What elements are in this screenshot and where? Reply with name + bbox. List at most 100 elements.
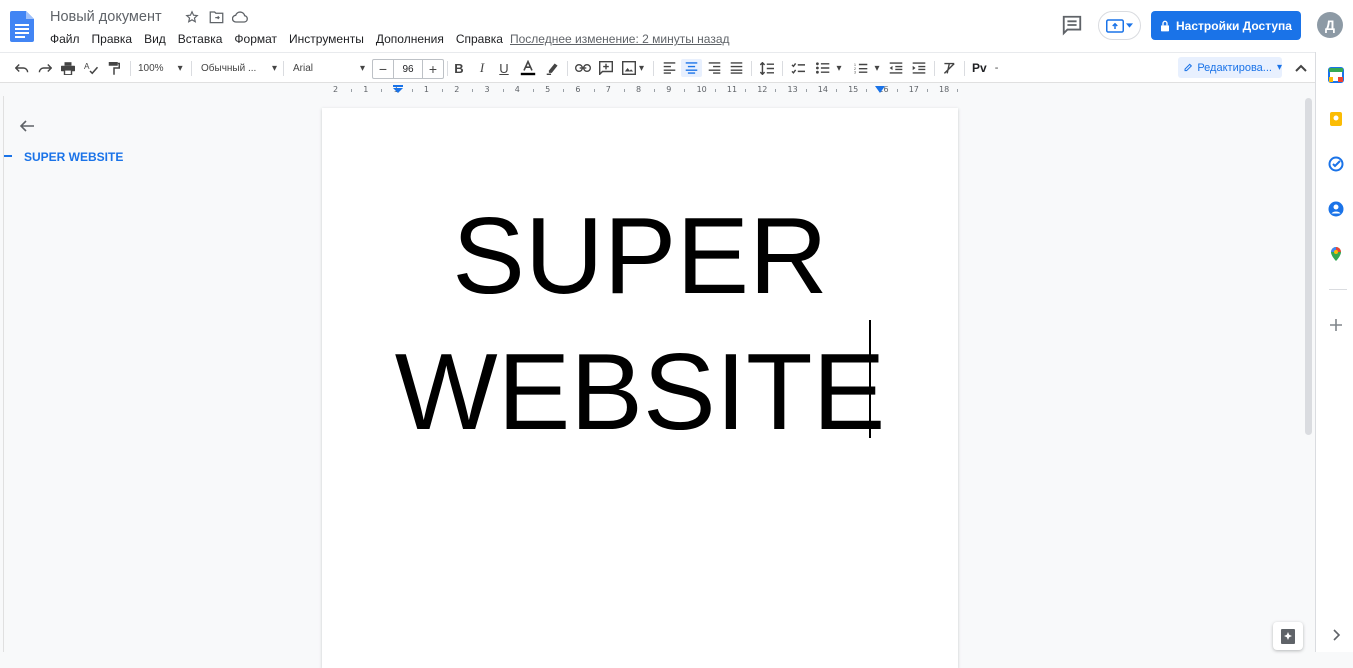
move-to-folder-icon[interactable]	[208, 9, 224, 25]
side-panel	[1315, 52, 1353, 652]
back-arrow-icon[interactable]	[19, 118, 35, 134]
ruler-label: 4	[514, 85, 520, 94]
ruler-label: 14	[817, 85, 828, 94]
input-tools-button[interactable]: Pv -	[972, 59, 1004, 77]
link-icon[interactable]	[574, 59, 592, 77]
text-color-icon[interactable]	[518, 59, 538, 77]
menu-addons[interactable]: Дополнения	[376, 32, 444, 46]
ruler-tick	[381, 89, 383, 92]
toolbar-divider	[191, 61, 192, 76]
docs-logo-icon[interactable]	[10, 11, 34, 42]
chevron-down-icon	[1126, 23, 1133, 28]
align-center-icon[interactable]	[681, 59, 702, 77]
last-edit-link[interactable]: Последнее изменение: 2 минуты назад	[510, 32, 730, 46]
share-button[interactable]: Настройки Доступа	[1151, 11, 1301, 40]
menu-help[interactable]: Справка	[456, 32, 503, 46]
toolbar-divider	[653, 61, 654, 76]
cloud-saved-icon[interactable]	[232, 9, 248, 25]
menu-edit[interactable]: Правка	[92, 32, 133, 46]
align-right-icon[interactable]	[705, 59, 723, 77]
checklist-icon[interactable]	[789, 59, 807, 77]
font-select[interactable]: Arial ▾	[293, 59, 365, 77]
style-select[interactable]: Обычный ... ▾	[201, 59, 277, 77]
svg-text:A: A	[84, 62, 90, 71]
vertical-scrollbar[interactable]	[1305, 98, 1312, 435]
star-icon[interactable]	[184, 9, 200, 25]
outline-item[interactable]: SUPER WEBSITE	[24, 150, 123, 164]
top-bar: Новый документ Файл Правка Вид Вставка Ф…	[0, 0, 1353, 52]
spellcheck-icon[interactable]: A	[82, 59, 100, 77]
menu-view[interactable]: Вид	[144, 32, 166, 46]
chevron-up-icon[interactable]	[1292, 60, 1310, 76]
highlight-icon[interactable]	[543, 59, 561, 77]
menu-insert[interactable]: Вставка	[178, 32, 223, 46]
calendar-icon[interactable]	[1328, 67, 1344, 83]
document-page[interactable]: SUPER WEBSITE	[322, 108, 958, 668]
font-size-decrease-button[interactable]: −	[373, 60, 393, 78]
editing-mode-select[interactable]: Редактирова... ▾	[1178, 57, 1282, 78]
bold-icon[interactable]: B	[451, 59, 467, 77]
font-size-input[interactable]: 96	[393, 60, 423, 78]
underline-icon[interactable]: U	[496, 59, 512, 77]
text-cursor	[869, 320, 871, 438]
ruler-tick	[714, 89, 716, 92]
ruler-tick	[442, 89, 444, 92]
maps-icon[interactable]	[1328, 246, 1344, 262]
ruler-label: 6	[575, 85, 581, 94]
align-justify-icon[interactable]	[727, 59, 745, 77]
undo-icon[interactable]	[13, 59, 31, 77]
chevron-down-icon: ▾	[359, 62, 365, 74]
paint-format-icon[interactable]	[105, 59, 123, 77]
share-label: Настройки Доступа	[1176, 18, 1292, 33]
comment-history-icon[interactable]	[1061, 14, 1083, 36]
pencil-icon	[1184, 63, 1193, 72]
ruler-tick	[411, 89, 413, 92]
side-panel-divider	[1329, 289, 1347, 290]
ruler-tick	[623, 89, 625, 92]
avatar[interactable]: Д	[1317, 12, 1343, 38]
ruler-tick	[351, 89, 353, 92]
bulleted-list-icon[interactable]: ▾	[812, 59, 846, 77]
explore-button[interactable]	[1273, 622, 1303, 650]
align-left-icon[interactable]	[660, 59, 678, 77]
font-size-stepper: − 96 +	[372, 59, 444, 79]
italic-icon[interactable]: I	[474, 59, 490, 77]
outline-active-marker	[4, 155, 12, 157]
increase-indent-icon[interactable]	[910, 59, 928, 77]
ruler-label: 9	[666, 85, 672, 94]
left-indent-marker[interactable]	[393, 85, 403, 93]
document-body[interactable]: SUPER WEBSITE	[322, 188, 958, 460]
right-indent-marker[interactable]	[875, 86, 885, 93]
document-title[interactable]: Новый документ	[50, 9, 162, 25]
font-size-increase-button[interactable]: +	[423, 60, 443, 78]
contacts-icon[interactable]	[1328, 201, 1344, 217]
numbered-list-icon[interactable]: 123 ▾	[851, 59, 883, 77]
insert-image-icon[interactable]: ▾	[620, 59, 646, 77]
plus-icon[interactable]	[1328, 317, 1344, 333]
explore-icon	[1281, 628, 1295, 644]
chevron-right-icon[interactable]	[1328, 627, 1344, 643]
menu-file[interactable]: Файл	[50, 32, 80, 46]
zoom-select[interactable]: 100% ▾	[138, 59, 186, 77]
ruler-track: 211123456789101112131415161718	[322, 85, 959, 94]
tasks-icon[interactable]	[1328, 156, 1344, 172]
redo-icon[interactable]	[36, 59, 54, 77]
print-icon[interactable]	[59, 59, 77, 77]
chevron-down-icon: ▾	[874, 62, 880, 74]
menu-tools[interactable]: Инструменты	[289, 32, 364, 46]
menu-format[interactable]: Формат	[234, 32, 277, 46]
svg-text:1: 1	[854, 63, 856, 67]
line-spacing-icon[interactable]	[758, 59, 776, 77]
ruler-label: 2	[454, 85, 460, 94]
ruler-label: 17	[908, 85, 919, 94]
clear-formatting-icon[interactable]	[941, 59, 959, 77]
add-comment-icon[interactable]	[597, 59, 615, 77]
keep-icon[interactable]	[1328, 111, 1344, 127]
ruler-tick	[593, 89, 595, 92]
present-button[interactable]	[1098, 11, 1141, 40]
chevron-down-icon: ▾	[638, 62, 645, 74]
decrease-indent-icon[interactable]	[887, 59, 905, 77]
ruler-label: 1	[363, 85, 369, 94]
ruler[interactable]: 211123456789101112131415161718	[0, 83, 1315, 96]
ruler-tick	[532, 89, 534, 92]
